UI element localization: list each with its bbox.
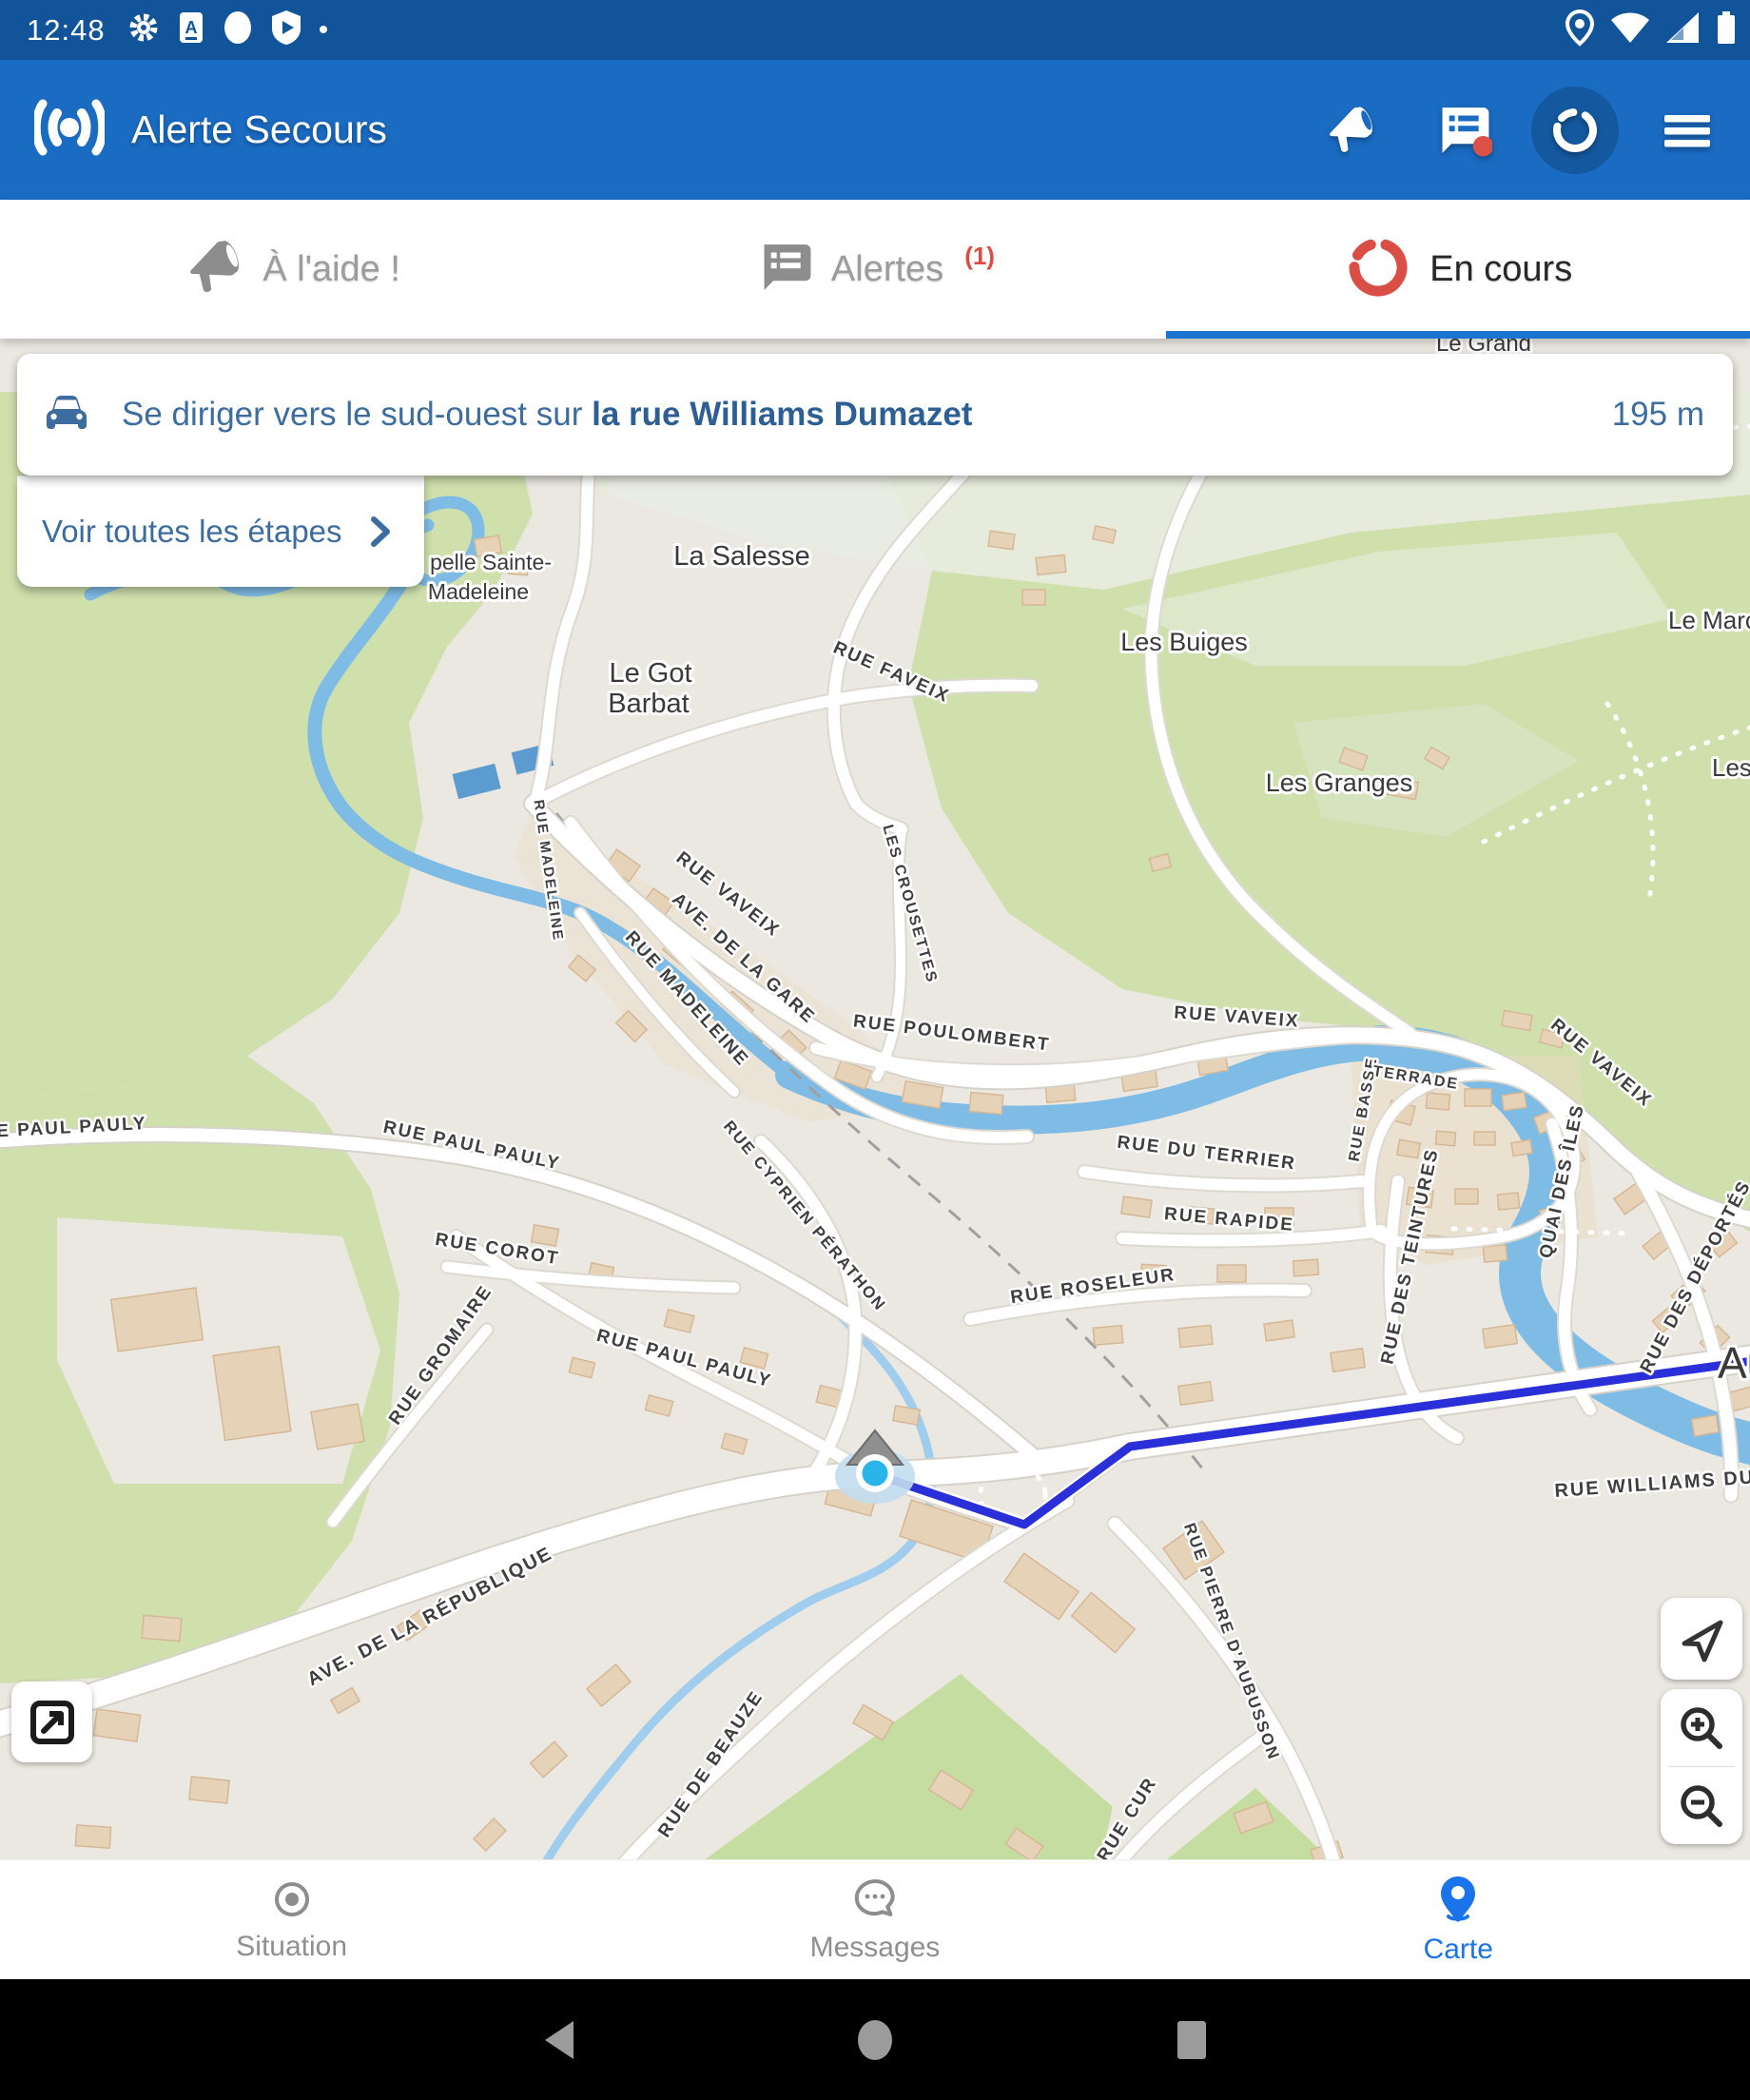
shield-play-icon — [271, 10, 301, 50]
tab-alertes-badge: (1) — [964, 242, 995, 271]
situation-icon — [270, 1877, 314, 1921]
instruction-street: la rue Williams Dumazet — [592, 396, 972, 433]
messages-icon — [852, 1876, 898, 1922]
notification-dot-icon — [319, 22, 328, 39]
place-label: Le Got — [609, 658, 691, 689]
app-title: Alerte Secours — [131, 107, 387, 152]
place-label: Barbat — [608, 689, 689, 719]
app-logo-icon — [34, 92, 105, 167]
chevron-right-icon — [369, 515, 392, 548]
nav-item-carte[interactable]: Carte — [1167, 1860, 1750, 1980]
home-icon — [854, 2019, 896, 2061]
open-in-new-icon — [28, 1698, 77, 1747]
keyboard-app-icon: A — [178, 10, 204, 49]
place-label: Les Buiges — [1120, 628, 1248, 656]
wifi-icon — [1609, 10, 1651, 49]
status-bar: 12:48 A — [0, 0, 1750, 60]
record-icon — [222, 10, 254, 50]
tab-alertes-label: Alertes — [831, 249, 943, 290]
tab-en-cours-label: En cours — [1429, 249, 1572, 290]
map-pin-icon — [1437, 1875, 1479, 1924]
megaphone-tab-icon — [183, 236, 245, 303]
screen: 12:48 A A — [0, 0, 1750, 2100]
zoom-in-icon — [1676, 1702, 1727, 1754]
zoom-out-icon — [1676, 1780, 1727, 1832]
svg-text:A: A — [185, 18, 197, 37]
navigation-instruction-card[interactable]: Se diriger vers le sud-ouest sur la rue … — [17, 354, 1733, 476]
active-tab-underline — [1166, 331, 1750, 339]
android-recents-button[interactable] — [1097, 1979, 1287, 2100]
steps-label: Voir toutes les étapes — [42, 514, 342, 550]
tab-en-cours[interactable]: En cours — [1167, 200, 1750, 339]
android-home-button[interactable] — [780, 1979, 970, 2100]
menu-button[interactable] — [1643, 87, 1731, 174]
nav-messages-label: Messages — [810, 1932, 941, 1964]
zoom-panel — [1661, 1689, 1742, 1844]
place-label: La Salesse — [673, 541, 810, 572]
nav-item-messages[interactable]: Messages — [583, 1860, 1166, 1980]
place-label: Le Marc — [1668, 606, 1750, 634]
tab-alertes[interactable]: Alertes (1) — [583, 200, 1166, 339]
instruction-text: Se diriger vers le sud-ouest sur la rue … — [122, 396, 972, 434]
status-time: 12:48 — [27, 13, 106, 48]
android-back-button[interactable] — [463, 1979, 653, 2100]
chat-button[interactable] — [1419, 87, 1507, 174]
gear-icon — [126, 10, 161, 49]
nav-carte-label: Carte — [1424, 1934, 1493, 1966]
tab-a-laide-label: À l'aide ! — [262, 249, 400, 290]
zoom-out-button[interactable] — [1661, 1767, 1742, 1844]
spinner-tab-icon — [1344, 233, 1412, 306]
nav-item-situation[interactable]: Situation — [0, 1860, 583, 1980]
recenter-compass-button[interactable] — [1661, 1598, 1742, 1680]
android-navigation-bar — [0, 1979, 1750, 2100]
tab-bar: À l'aide ! Alertes (1) En cours — [0, 200, 1750, 339]
bottom-nav: Situation Messages Carte — [0, 1859, 1750, 1980]
megaphone-button[interactable] — [1307, 87, 1394, 174]
battery-icon — [1716, 10, 1737, 50]
zoom-in-button[interactable] — [1661, 1689, 1742, 1766]
fullscreen-map-button[interactable] — [11, 1682, 92, 1762]
place-label: Les Granges — [1266, 768, 1413, 797]
app-bar: Alerte Secours — [0, 60, 1750, 200]
place-label: Madeleine — [428, 579, 529, 604]
tab-a-laide[interactable]: À l'aide ! — [0, 200, 583, 339]
place-label: Au — [1718, 1338, 1750, 1388]
car-icon — [42, 391, 91, 439]
chat-list-tab-icon — [755, 238, 814, 301]
place-label: Les — [1712, 753, 1750, 782]
recents-icon — [1176, 2019, 1208, 2061]
nav-situation-label: Situation — [236, 1931, 347, 1963]
show-all-steps-button[interactable]: Voir toutes les étapes — [17, 476, 424, 587]
instruction-distance: 195 m — [1612, 396, 1704, 434]
navigation-arrow-icon — [1675, 1612, 1728, 1665]
place-label: pelle Sainte- — [430, 550, 552, 574]
location-status-icon — [1564, 9, 1596, 51]
in-progress-loader-button[interactable] — [1531, 87, 1619, 174]
signal-icon — [1664, 10, 1702, 49]
back-icon — [541, 2019, 575, 2061]
